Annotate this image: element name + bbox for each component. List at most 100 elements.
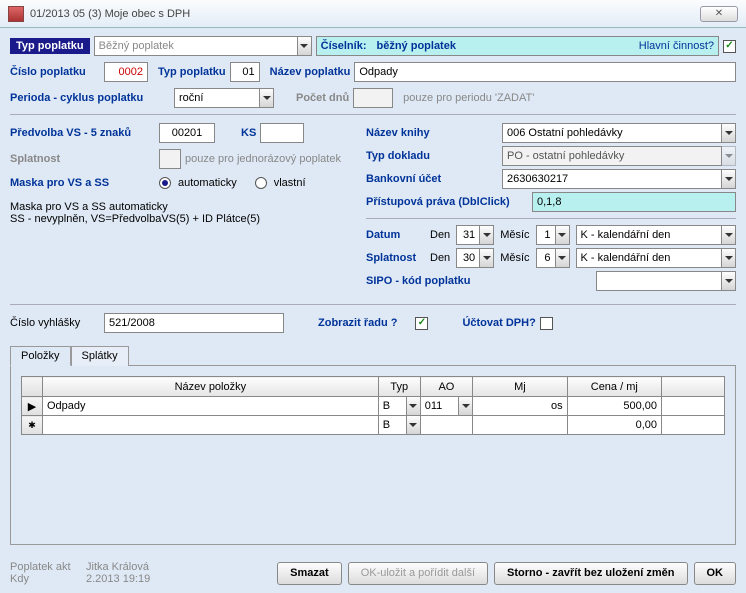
ok-dalsi-button: OK-uložit a pořídit další xyxy=(348,562,488,585)
cell-nazev[interactable]: Odpady xyxy=(43,397,378,415)
maska-desc1: Maska pro VS a SS automaticky xyxy=(10,201,346,213)
table-row-new[interactable]: ✱ B 0,00 xyxy=(22,416,725,435)
typ-poplatku-select[interactable]: Běžný poplatek xyxy=(94,36,298,56)
pocet-dnu-label: Počet dnů xyxy=(296,92,349,104)
storno-button[interactable]: Storno - zavřít bez uložení změn xyxy=(494,562,687,585)
typ-input[interactable]: 01 xyxy=(230,62,260,82)
cell-ao[interactable]: 011 xyxy=(421,397,458,415)
col-ao[interactable]: AO xyxy=(420,377,472,397)
tab-polozky[interactable]: Položky xyxy=(10,346,71,366)
maska-desc2: SS - nevyplněn, VS=PředvolbaVS(5) + ID P… xyxy=(10,213,346,225)
perioda-note: pouze pro periodu 'ZADAT' xyxy=(403,92,534,104)
col-mj[interactable]: Mj xyxy=(473,377,567,397)
splatnost-den-input[interactable]: 30 xyxy=(456,248,480,268)
radio-vlastni[interactable] xyxy=(255,177,267,189)
hlavni-cinnost-label: Hlavní činnost? xyxy=(639,40,714,52)
cell-cena[interactable]: 500,00 xyxy=(568,397,661,415)
dropdown-icon[interactable] xyxy=(406,397,420,415)
dropdown-icon[interactable] xyxy=(260,88,274,108)
dropdown-icon[interactable] xyxy=(406,416,420,434)
smazat-button[interactable]: Smazat xyxy=(277,562,342,585)
pristupova-prava-field[interactable]: 0,1,8 xyxy=(532,192,736,212)
mesic-label: Měsíc xyxy=(500,229,529,241)
bankovni-ucet-label: Bankovní účet xyxy=(366,173,496,185)
datum-den-input[interactable]: 31 xyxy=(456,225,480,245)
dropdown-icon[interactable] xyxy=(480,225,494,245)
ciselnik-label: Číselník: xyxy=(321,40,367,52)
datum-mesic-input[interactable]: 1 xyxy=(536,225,556,245)
uctovat-dph-checkbox[interactable] xyxy=(540,317,553,330)
grid-corner xyxy=(22,377,43,397)
dropdown-icon[interactable] xyxy=(480,248,494,268)
den-label: Den xyxy=(430,229,450,241)
tab-splatky[interactable]: Splátky xyxy=(71,346,129,366)
pocet-dnu-input xyxy=(353,88,393,108)
zobrazit-radu-label: Zobrazit řadu ? xyxy=(318,317,397,329)
dropdown-icon[interactable] xyxy=(556,248,570,268)
items-grid[interactable]: Název položky Typ AO Mj Cena / mj ▶ Odpa… xyxy=(21,376,725,435)
col-nazev[interactable]: Název položky xyxy=(42,377,378,397)
cislo-poplatku-label: Číslo poplatku xyxy=(10,66,100,78)
perioda-label: Perioda - cyklus poplatku xyxy=(10,92,170,104)
tab-content: Název položky Typ AO Mj Cena / mj ▶ Odpa… xyxy=(10,365,736,545)
cell-typ[interactable]: B xyxy=(379,416,406,434)
splatnost-mesic-input[interactable]: 6 xyxy=(536,248,556,268)
predvolba-label: Předvolba VS - 5 znaků xyxy=(10,127,155,139)
close-button[interactable]: ✕ xyxy=(700,6,738,22)
splatnost-note: pouze pro jednorázový poplatek xyxy=(185,153,341,165)
predvolba-input[interactable]: 00201 xyxy=(159,123,215,143)
vyhlaska-label: Číslo vyhlášky xyxy=(10,317,100,329)
kdy-label: Kdy xyxy=(10,573,80,585)
sipo-select[interactable] xyxy=(596,271,722,291)
cell-typ[interactable]: B xyxy=(379,397,406,415)
vyhlaska-input[interactable]: 521/2008 xyxy=(104,313,284,333)
cislo-poplatku-input[interactable]: 0002 xyxy=(104,62,148,82)
typ-dokladu-label: Typ dokladu xyxy=(366,150,496,162)
dropdown-icon[interactable] xyxy=(298,36,312,56)
titlebar: 01/2013 05 (3) Moje obec s DPH ✕ xyxy=(0,0,746,28)
row-new-indicator: ✱ xyxy=(22,416,43,435)
datum-label: Datum xyxy=(366,229,424,241)
cell-mj[interactable]: os xyxy=(473,397,566,415)
splatnost2-label: Splatnost xyxy=(366,252,424,264)
radio-automaticky-label: automaticky xyxy=(178,177,237,189)
ks-label: KS xyxy=(241,127,256,139)
mesic-label: Měsíc xyxy=(500,252,529,264)
typ-label: Typ poplatku xyxy=(158,66,226,78)
dropdown-icon[interactable] xyxy=(722,123,736,143)
den-label: Den xyxy=(430,252,450,264)
dropdown-icon[interactable] xyxy=(458,397,472,415)
zobrazit-radu-checkbox[interactable] xyxy=(415,317,428,330)
splatnost-input xyxy=(159,149,181,169)
bankovni-ucet-select[interactable]: 2630630217 xyxy=(502,169,722,189)
sipo-label: SIPO - kód poplatku xyxy=(366,275,486,287)
typ-dokladu-select: PO - ostatní pohledávky xyxy=(502,146,722,166)
ciselnik-display: Číselník: běžný poplatek Hlavní činnost? xyxy=(316,36,719,56)
dropdown-icon[interactable] xyxy=(722,225,736,245)
nazev-poplatku-input[interactable]: Odpady xyxy=(354,62,736,82)
typ-poplatku-tag: Typ poplatku xyxy=(10,38,90,54)
poplatek-akt-value: Jitka Králová xyxy=(86,561,149,573)
nazev-knihy-select[interactable]: 006 Ostatní pohledávky xyxy=(502,123,722,143)
cell-cena[interactable]: 0,00 xyxy=(568,416,661,434)
dropdown-icon[interactable] xyxy=(722,271,736,291)
dropdown-icon xyxy=(722,146,736,166)
hlavni-cinnost-checkbox[interactable] xyxy=(723,40,736,53)
app-icon xyxy=(8,6,24,22)
ok-button[interactable]: OK xyxy=(694,562,737,585)
dropdown-icon[interactable] xyxy=(722,169,736,189)
dropdown-icon[interactable] xyxy=(556,225,570,245)
radio-vlastni-label: vlastní xyxy=(274,177,306,189)
dropdown-icon[interactable] xyxy=(722,248,736,268)
radio-automaticky[interactable] xyxy=(159,177,171,189)
datum-typ-select[interactable]: K - kalendářní den xyxy=(576,225,722,245)
maska-label: Maska pro VS a SS xyxy=(10,177,155,189)
perioda-select[interactable]: roční xyxy=(174,88,260,108)
ks-input[interactable] xyxy=(260,123,304,143)
col-typ[interactable]: Typ xyxy=(378,377,420,397)
col-cena[interactable]: Cena / mj xyxy=(567,377,661,397)
splatnost-label: Splatnost xyxy=(10,153,155,165)
splatnost-typ-select[interactable]: K - kalendářní den xyxy=(576,248,722,268)
col-blank xyxy=(662,377,725,397)
table-row[interactable]: ▶ Odpady B 011 os 500,00 xyxy=(22,397,725,416)
